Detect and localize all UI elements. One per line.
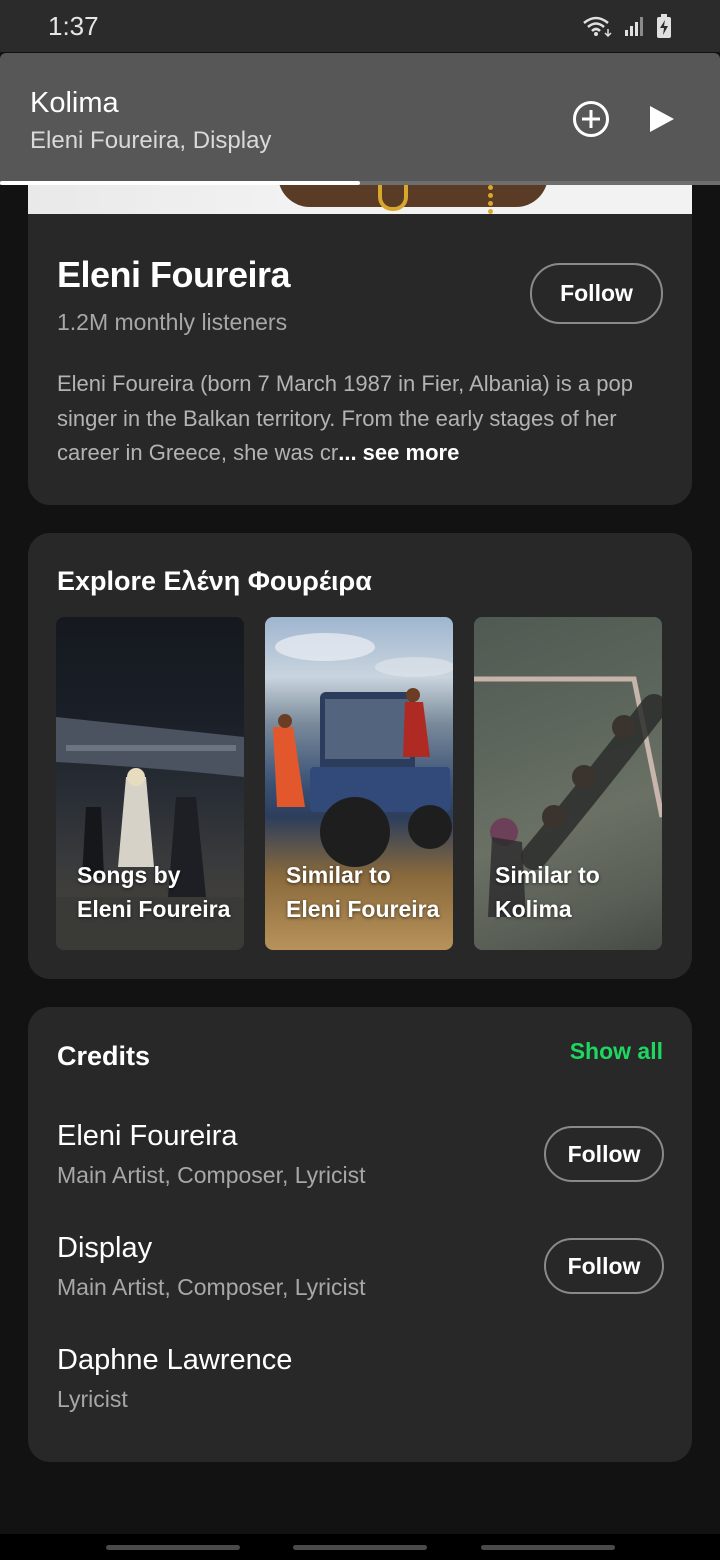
- wifi-icon: [583, 16, 612, 37]
- show-all-credits-link[interactable]: Show all: [570, 1038, 663, 1065]
- follow-credit-button[interactable]: Follow: [544, 1238, 664, 1294]
- explore-card: Explore Ελένη Φουρέιρα Songs by Eleni Fo…: [28, 533, 692, 979]
- signal-icon: [625, 17, 643, 36]
- nav-home-handle[interactable]: [293, 1545, 427, 1550]
- credits-title: Credits: [57, 1041, 151, 1071]
- status-bar: 1:37: [0, 0, 720, 52]
- nav-back-handle[interactable]: [106, 1545, 240, 1550]
- artist-name: Eleni Foureira: [57, 254, 291, 295]
- explore-tile-similar-artist[interactable]: Similar to Eleni Foureira: [265, 617, 453, 950]
- status-time: 1:37: [48, 10, 99, 41]
- credit-name[interactable]: Eleni Foureira: [57, 1120, 238, 1153]
- artist-image-chain: [488, 185, 528, 214]
- artist-image-jewelry: [378, 185, 408, 211]
- screen: 1:37 Kolima Eleni Foureira, Display Elen…: [0, 0, 720, 1560]
- see-more-link[interactable]: ... see more: [338, 440, 459, 465]
- credit-role: Lyricist: [57, 1386, 128, 1412]
- credits-card: Credits Show all Eleni Foureira Main Art…: [28, 1007, 692, 1462]
- credit-role: Main Artist, Composer, Lyricist: [57, 1274, 366, 1300]
- add-circle-icon[interactable]: [572, 100, 610, 138]
- battery-charging-icon: [657, 14, 671, 38]
- explore-tile-similar-song[interactable]: Similar to Kolima: [474, 617, 662, 950]
- artist-image: [28, 185, 692, 214]
- credit-role: Main Artist, Composer, Lyricist: [57, 1162, 366, 1188]
- follow-artist-button[interactable]: Follow: [530, 263, 663, 324]
- explore-tile-label: Similar to Kolima: [495, 862, 600, 922]
- credit-name[interactable]: Display: [57, 1232, 152, 1265]
- explore-title: Explore Ελένη Φουρέιρα: [57, 566, 372, 596]
- explore-tile-label: Similar to Eleni Foureira: [286, 862, 440, 922]
- explore-tile-songs-by[interactable]: Songs by Eleni Foureira: [56, 617, 244, 950]
- artist-bio: Eleni Foureira (born 7 March 1987 in Fie…: [57, 367, 667, 471]
- follow-credit-button[interactable]: Follow: [544, 1126, 664, 1182]
- credit-name[interactable]: Daphne Lawrence: [57, 1344, 292, 1377]
- now-playing-title: Kolima: [30, 87, 119, 119]
- system-navigation-bar: [0, 1534, 720, 1560]
- play-icon[interactable]: [646, 104, 676, 134]
- now-playing-artists: Eleni Foureira, Display: [30, 127, 272, 154]
- explore-tile-label: Songs by Eleni Foureira: [77, 862, 231, 922]
- now-playing-bar[interactable]: Kolima Eleni Foureira, Display: [0, 53, 720, 185]
- monthly-listeners: 1.2M monthly listeners: [57, 309, 288, 335]
- about-artist-card[interactable]: Eleni Foureira 1.2M monthly listeners Fo…: [28, 214, 692, 505]
- nav-recents-handle[interactable]: [481, 1545, 615, 1550]
- status-icons: [582, 14, 672, 38]
